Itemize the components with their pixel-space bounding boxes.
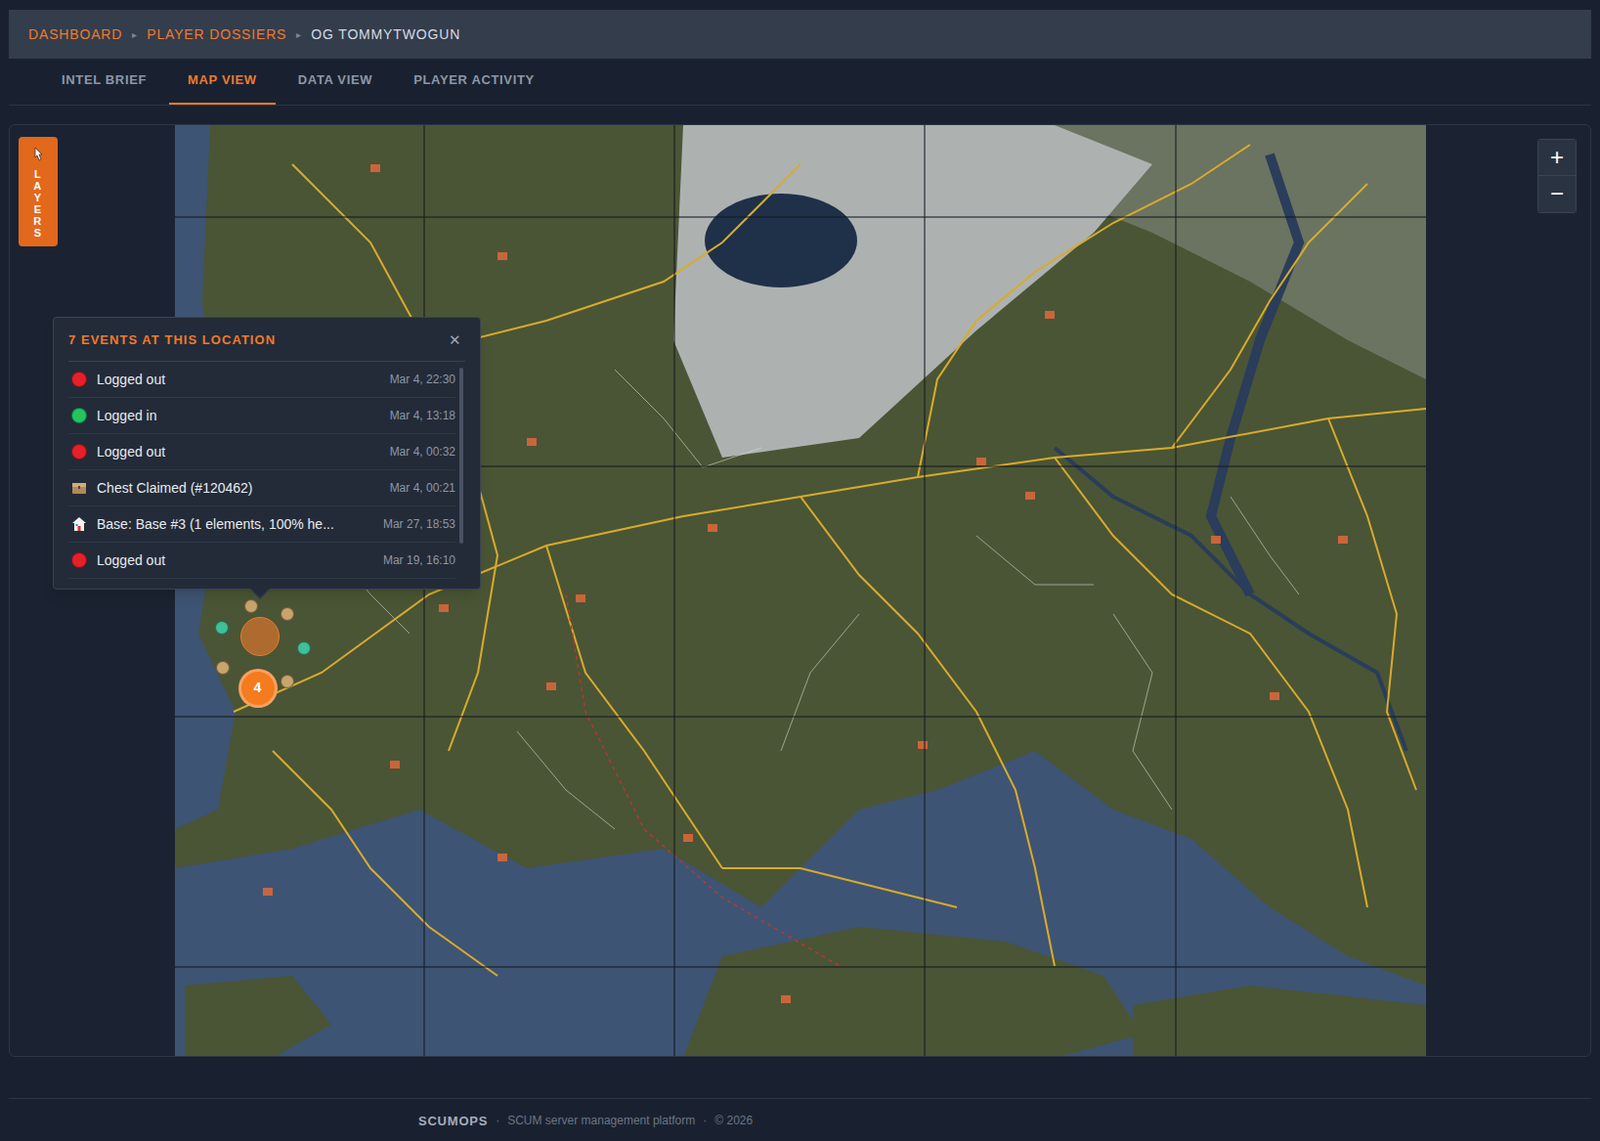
pointer-icon <box>30 146 46 163</box>
event-label: Logged out <box>96 441 381 463</box>
map-marker[interactable] <box>244 599 259 613</box>
scrollbar[interactable] <box>459 367 464 544</box>
footer: SCUMOPS · SCUM server management platform ·… <box>8 1097 1592 1131</box>
layers-button[interactable]: LAYERS <box>18 136 58 248</box>
app: DASHBOARD ▸ PLAYER DOSSIERS ▸ OG TOMMYTWOGUN… <box>0 0 1600 1141</box>
map-marker[interactable] <box>297 641 311 655</box>
base-icon <box>71 516 87 532</box>
event-label: Logged out <box>96 369 381 390</box>
zoom-in-button[interactable]: + <box>1538 139 1576 176</box>
event-row[interactable]: Logged out Mar 4, 22:30 <box>68 361 456 398</box>
layers-label: LAYERS <box>33 168 44 240</box>
footer-brand: SCUMOPS <box>418 1111 488 1131</box>
event-row[interactable]: Base: Base #3 (1 elements, 100% he... Mar… <box>68 506 456 543</box>
breadcrumb-separator: ▸ <box>296 27 302 43</box>
event-row[interactable]: Chest Claimed (#120462) Mar 4, 00:21 <box>68 470 456 507</box>
tab[interactable]: DATA VIEW <box>279 58 391 105</box>
popup-header: 7 EVENTS AT THIS LOCATION ✕ <box>68 329 466 363</box>
breadcrumb-bar: DASHBOARD ▸ PLAYER DOSSIERS ▸ OG TOMMYTWOGUN <box>8 9 1592 59</box>
event-time: Mar 19, 16:10 <box>383 551 456 569</box>
base-area-marker[interactable] <box>240 616 280 656</box>
event-time: Mar 27, 18:53 <box>383 515 456 533</box>
footer-tagline: SCUM server management platform <box>507 1111 695 1129</box>
popup-title: 7 EVENTS AT THIS LOCATION <box>68 330 276 350</box>
breadcrumb-item[interactable]: DASHBOARD <box>28 24 123 45</box>
events-popup: 7 EVENTS AT THIS LOCATION ✕ Logged out Mar … <box>52 316 481 591</box>
event-label: Chest Claimed (#120462) <box>96 477 381 499</box>
event-label: Logged out <box>96 550 374 571</box>
map[interactable]: 4 <box>174 125 1427 1057</box>
status-dot-icon <box>71 443 87 460</box>
map-marker[interactable] <box>216 660 230 675</box>
event-row[interactable]: Logged out Mar 4, 00:32 <box>68 433 456 471</box>
event-list: Logged out Mar 4, 22:30 Logged in Mar 4, 13… <box>68 361 466 579</box>
footer-separator: · <box>702 1111 707 1129</box>
event-time: Mar 4, 00:21 <box>389 478 456 497</box>
tab-bar: INTEL BRIEFMAP VIEWDATA VIEWPLAYER ACTIV… <box>8 58 1592 106</box>
breadcrumb-item[interactable]: PLAYER DOSSIERS <box>146 24 287 45</box>
status-dot-icon <box>71 371 87 388</box>
map-panel: 4 LAYERS +− 7 EVENTS AT THIS LOCATION ✕ Logge… <box>8 124 1592 1057</box>
status-dot-icon <box>71 407 87 424</box>
breadcrumb-item: OG TOMMYTWOGUN <box>310 24 461 45</box>
event-time: Mar 4, 22:30 <box>389 370 456 389</box>
map-marker[interactable] <box>215 620 229 635</box>
close-button[interactable]: ✕ <box>444 329 466 352</box>
map-marker[interactable] <box>280 674 295 689</box>
event-time: Mar 4, 00:32 <box>389 442 456 461</box>
tab[interactable]: INTEL BRIEF <box>43 58 166 105</box>
event-label: Base: Base #3 (1 elements, 100% he... <box>96 514 374 535</box>
event-row[interactable]: Logged in Mar 4, 13:18 <box>68 397 456 434</box>
cluster-marker[interactable]: 4 <box>238 668 278 708</box>
map-terrain[interactable] <box>174 125 1427 1057</box>
event-row[interactable]: Logged out Mar 19, 16:10 <box>68 542 456 579</box>
event-label: Logged in <box>96 405 381 427</box>
breadcrumb-separator: ▸ <box>131 27 137 43</box>
footer-copyright: © 2026 <box>714 1111 753 1129</box>
map-marker[interactable] <box>280 606 295 621</box>
tab[interactable]: MAP VIEW <box>169 58 276 105</box>
tab[interactable]: PLAYER ACTIVITY <box>394 58 554 105</box>
footer-separator: · <box>495 1111 500 1129</box>
status-dot-icon <box>71 552 87 568</box>
chest-icon <box>71 479 87 496</box>
zoom-control: +− <box>1537 138 1577 214</box>
zoom-out-button[interactable]: − <box>1538 175 1576 213</box>
event-time: Mar 4, 13:18 <box>389 406 456 425</box>
